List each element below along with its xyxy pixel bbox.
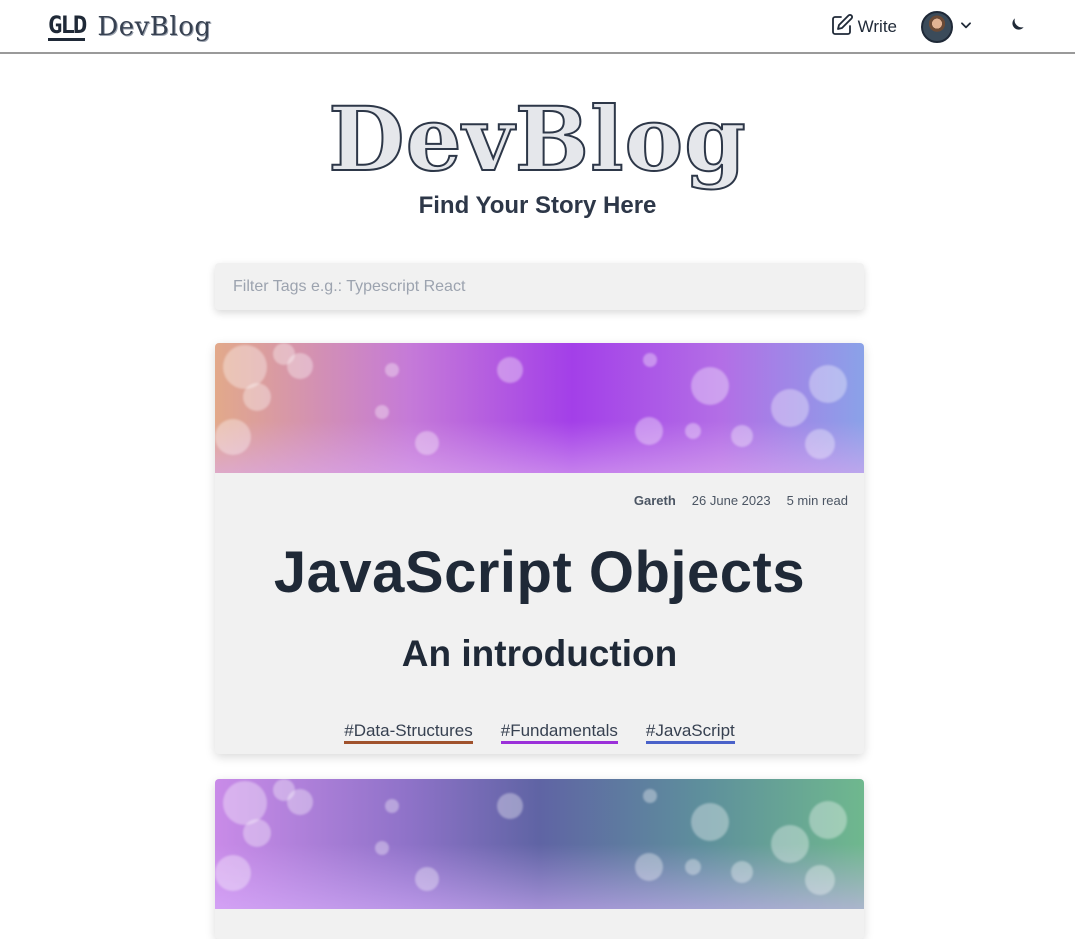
logo-text: DevBlog — [97, 12, 212, 42]
write-icon — [830, 13, 854, 42]
chevron-down-icon — [959, 18, 973, 37]
avatar — [921, 11, 953, 43]
nav-actions: Write — [830, 10, 1027, 44]
post-subtitle: An introduction — [401, 633, 678, 674]
write-label: Write — [857, 17, 897, 36]
user-menu-button[interactable] — [921, 11, 973, 43]
moon-icon — [1007, 15, 1027, 40]
post-card[interactable] — [215, 779, 864, 939]
post-author: Gareth — [633, 493, 676, 508]
post-read-time: 5 min read — [786, 493, 848, 508]
post-banner-image — [215, 779, 864, 909]
post-tags: #Data-Structures #Fundamentals #JavaScri… — [215, 721, 864, 744]
post-meta: Gareth 26 June 2023 5 min read — [634, 493, 848, 508]
post-title: JavaScript Objects — [273, 540, 806, 605]
post-card[interactable]: Gareth 26 June 2023 5 min read JavaScrip… — [215, 343, 864, 754]
tag-data-structures[interactable]: #Data-Structures — [344, 721, 473, 744]
post-banner-image — [215, 343, 864, 473]
navbar: GLD DevBlog Write — [0, 0, 1075, 54]
tag-javascript[interactable]: #JavaScript — [645, 721, 735, 744]
theme-toggle-button[interactable] — [1007, 15, 1027, 40]
tag-filter-input[interactable] — [215, 263, 864, 310]
hero-subtitle: Find Your Story Here — [418, 192, 657, 219]
write-button[interactable]: Write — [830, 13, 897, 42]
logo-mark: GLD — [48, 11, 87, 41]
post-date: 26 June 2023 — [691, 493, 771, 508]
hero-title: DevBlog — [327, 86, 747, 192]
tag-fundamentals[interactable]: #Fundamentals — [500, 721, 618, 744]
home-logo-link[interactable]: GLD DevBlog — [48, 10, 212, 44]
